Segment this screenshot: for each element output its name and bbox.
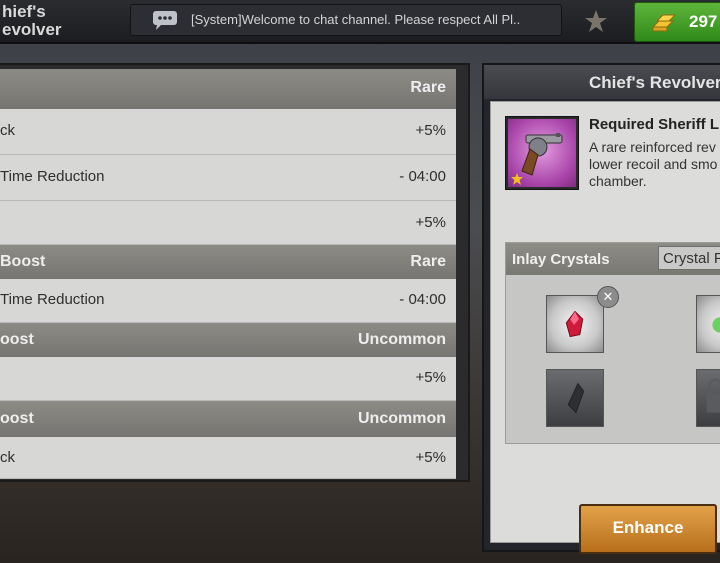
stat-value: +5%	[415, 449, 446, 466]
title-line-2: evolver	[2, 20, 62, 39]
close-icon[interactable]: ✕	[597, 286, 619, 308]
stat-row: Time Reduction - 04:00	[0, 279, 456, 323]
row-label: Boost	[0, 253, 46, 270]
top-bar: hief's evolver [System]Welcome to chat c…	[0, 0, 720, 44]
stat-name: ck	[0, 122, 15, 139]
detail-title-bar: Chief's Revolver	[484, 65, 720, 99]
stat-value: - 04:00	[399, 291, 446, 308]
item-name: Required Sheriff L	[589, 116, 720, 133]
item-slot[interactable]	[505, 116, 579, 190]
lock-icon	[706, 378, 720, 413]
crystal-slot-3[interactable]	[546, 369, 604, 427]
green-crystal-icon	[712, 317, 720, 333]
stat-name: Time Reduction	[0, 168, 105, 185]
star-icon	[511, 173, 523, 185]
stat-row: +5%	[0, 201, 456, 245]
chat-bubble-icon	[153, 11, 177, 30]
inlay-title: Inlay Crystals	[512, 251, 610, 268]
stat-name: Time Reduction	[0, 291, 105, 308]
list-header-row: Boost Rare	[0, 245, 456, 279]
rarity-label: Uncommon	[358, 410, 446, 427]
gold-button[interactable]: 297	[634, 2, 720, 42]
row-label: oost	[0, 410, 34, 427]
rank-icon[interactable]	[582, 8, 610, 36]
stat-row: ck +5%	[0, 109, 456, 155]
list-header-row: oost Uncommon	[0, 401, 456, 437]
crystal-slot-1[interactable]: ✕	[546, 286, 619, 353]
red-crystal-icon	[565, 310, 584, 338]
stat-value: +5%	[415, 369, 446, 386]
item-icon-background	[508, 119, 576, 187]
stat-value: +5%	[415, 122, 446, 139]
list-header-row: oost Uncommon	[0, 323, 456, 357]
row-label: oost	[0, 331, 34, 348]
stat-value: +5%	[415, 214, 446, 231]
rarity-label: Uncommon	[358, 331, 446, 348]
chat-message: [System]Welcome to chat channel. Please …	[191, 12, 521, 27]
bonus-list-panel: Rare ck +5% Time Reduction - 04:00 +5% B…	[0, 63, 470, 482]
inlay-crystals-box: Inlay Crystals Crystal F ✕	[505, 242, 720, 444]
title-line-1: hief's	[2, 2, 46, 21]
stat-row: ck +5%	[0, 437, 456, 479]
enhance-button[interactable]: Enhance	[579, 504, 717, 554]
stat-row: Time Reduction - 04:00	[0, 155, 456, 201]
rarity-label: Rare	[410, 79, 446, 96]
crystal-button[interactable]: Crystal F	[658, 246, 720, 270]
crystal-slot-4-locked[interactable]	[696, 369, 720, 427]
item-detail-panel: Chief's Revolver Required Sheriff L A ra…	[482, 63, 720, 554]
gold-count: 297	[689, 12, 718, 31]
crystal-slot-2[interactable]	[696, 295, 720, 353]
empty-crystal-icon	[567, 382, 585, 414]
stat-value: - 04:00	[399, 168, 446, 185]
page-title: hief's evolver	[0, 0, 125, 45]
rarity-label: Rare	[410, 253, 446, 270]
stat-name: ck	[0, 449, 15, 466]
list-header-row: Rare	[0, 69, 456, 109]
item-description: A rare reinforced rev lower recoil and s…	[589, 139, 718, 189]
stat-row: +5%	[0, 357, 456, 401]
detail-title: Chief's Revolver	[589, 73, 720, 92]
gold-bars-icon	[651, 14, 677, 32]
inlay-header: Inlay Crystals Crystal F	[506, 243, 720, 275]
chat-channel-bar[interactable]: [System]Welcome to chat channel. Please …	[130, 4, 562, 36]
detail-body: Required Sheriff L A rare reinforced rev…	[490, 101, 720, 554]
